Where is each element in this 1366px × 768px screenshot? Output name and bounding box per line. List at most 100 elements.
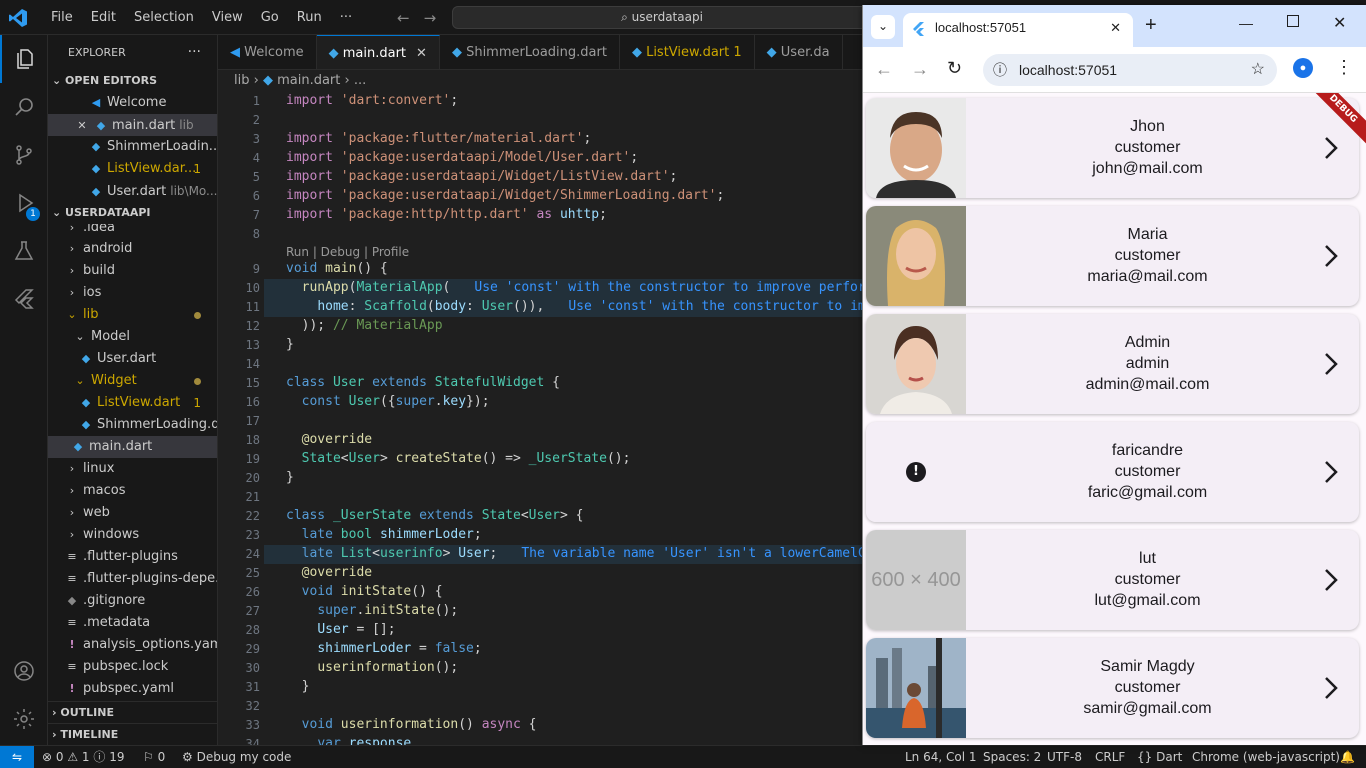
chevron-right-icon[interactable]	[1323, 566, 1339, 594]
forward-arrow-icon[interactable]: →	[424, 9, 451, 27]
flutter-icon[interactable]	[0, 275, 48, 323]
remote-icon[interactable]: ⇋	[0, 746, 34, 768]
tree-item-idea[interactable]: › .idea	[48, 224, 217, 238]
open-editor-main[interactable]: ✕ ◆ main.dart lib	[48, 114, 217, 136]
tree-item-listview[interactable]: ◆ ListView.dart 1	[48, 392, 217, 414]
tree-item-pubspec-lock[interactable]: ≡ pubspec.lock	[48, 656, 217, 678]
device-selector[interactable]: Chrome (web-javascript)	[1192, 746, 1340, 768]
debug-status[interactable]: ⚙ Debug my code	[182, 746, 291, 768]
testing-icon[interactable]	[0, 227, 48, 275]
reload-icon[interactable]: ↻	[947, 58, 962, 79]
encoding[interactable]: UTF-8	[1047, 746, 1082, 768]
tree-item-flutter-plugins[interactable]: ≡ .flutter-plugins	[48, 546, 217, 568]
maximize-icon[interactable]	[1287, 15, 1299, 27]
tree-item-analysis-options[interactable]: ! analysis_options.yaml	[48, 634, 217, 656]
workspace-section[interactable]: ⌄ USERDATAAPI	[48, 202, 217, 224]
search-activity-icon[interactable]	[0, 83, 48, 131]
tree-item-model[interactable]: ⌄ Model	[48, 326, 217, 348]
indentation[interactable]: Spaces: 2	[983, 746, 1041, 768]
tree-item-ios[interactable]: › ios	[48, 282, 217, 304]
outline-section[interactable]: › OUTLINE	[48, 701, 217, 723]
back-arrow-icon[interactable]: ←	[875, 59, 893, 80]
menu-view[interactable]: View	[203, 10, 252, 25]
tree-item-widget[interactable]: ⌄ Widget	[48, 370, 217, 392]
tab-shimmer[interactable]: ◆ ShimmerLoading.dart	[440, 35, 620, 69]
timeline-section[interactable]: › TIMELINE	[48, 723, 217, 745]
user-card[interactable]: Samir Magdy customer samir@gmail.com	[866, 638, 1359, 738]
back-arrow-icon[interactable]: ←	[397, 9, 424, 27]
menu-go[interactable]: Go	[252, 10, 288, 25]
tree-item-lib[interactable]: ⌄ lib	[48, 304, 217, 326]
minimize-icon[interactable]: —	[1239, 15, 1253, 31]
close-icon[interactable]: ✕	[74, 115, 90, 136]
open-editors-section[interactable]: ⌄ OPEN EDITORS	[48, 70, 217, 92]
tab-search-icon[interactable]: ⌄	[871, 15, 895, 39]
open-editor-shimmer[interactable]: ◆ ShimmerLoadin...	[48, 136, 217, 158]
open-editor-user[interactable]: ◆ User.dart lib\Mo...	[48, 180, 217, 202]
menu-file[interactable]: File	[42, 10, 82, 25]
tab-listview[interactable]: ◆ ListView.dart 1	[620, 35, 755, 69]
tree-item-shimmer[interactable]: ◆ ShimmerLoading.d...	[48, 414, 217, 436]
tab-user[interactable]: ◆ User.da	[755, 35, 843, 69]
more-actions-icon[interactable]: ···	[188, 35, 201, 70]
tree-item-windows[interactable]: › windows	[48, 524, 217, 546]
run-debug-icon[interactable]: 1	[0, 179, 48, 227]
cursor-position[interactable]: Ln 64, Col 1	[905, 746, 977, 768]
settings-gear-icon[interactable]	[0, 695, 48, 743]
menu-run[interactable]: Run	[288, 10, 331, 25]
explorer-icon[interactable]	[0, 35, 48, 83]
source-control-icon[interactable]	[0, 131, 48, 179]
close-icon[interactable]: ✕	[1110, 13, 1121, 43]
notifications-icon[interactable]: 🔔	[1340, 746, 1355, 768]
address-bar[interactable]: ⓘ localhost:57051 ☆	[983, 54, 1277, 86]
tree-item-build[interactable]: › build	[48, 260, 217, 282]
line-ending[interactable]: CRLF	[1095, 746, 1125, 768]
chevron-right-icon[interactable]	[1323, 350, 1339, 378]
user-card[interactable]: 600 × 400 lut customer lut@gmail.com	[866, 530, 1359, 630]
forward-arrow-icon[interactable]: →	[911, 59, 929, 80]
open-editor-welcome[interactable]: ◀ Welcome	[48, 92, 217, 114]
profile-avatar-icon[interactable]: ●	[1293, 58, 1313, 78]
menu-selection[interactable]: Selection	[125, 10, 203, 25]
tree-item-pubspec-yaml[interactable]: ! pubspec.yaml	[48, 678, 217, 700]
close-window-icon[interactable]: ✕	[1333, 13, 1346, 33]
user-card[interactable]: ! faricandre customer faric@gmail.com	[866, 422, 1359, 522]
breadcrumb-symbol[interactable]: ...	[354, 73, 366, 88]
tree-item-macos[interactable]: › macos	[48, 480, 217, 502]
user-card[interactable]: Jhon customer john@mail.com	[866, 98, 1359, 198]
tree-item-metadata[interactable]: ≡ .metadata	[48, 612, 217, 634]
tree-item-web[interactable]: › web	[48, 502, 217, 524]
chevron-right-icon[interactable]	[1323, 458, 1339, 486]
chevron-right-icon[interactable]	[1323, 134, 1339, 162]
tree-item-main[interactable]: ◆ main.dart	[48, 436, 217, 458]
bookmark-star-icon[interactable]: ☆	[1251, 54, 1265, 86]
site-info-icon[interactable]: ⓘ	[993, 54, 1007, 86]
close-icon[interactable]: ✕	[416, 46, 427, 61]
tree-item-flutter-plugins-deps[interactable]: ≡ .flutter-plugins-depe...	[48, 568, 217, 590]
open-editor-listview[interactable]: ◆ ListView.dar... 1	[48, 158, 217, 180]
menu-edit[interactable]: Edit	[82, 10, 125, 25]
menu-more[interactable]: ···	[331, 10, 361, 25]
tree-item-gitignore[interactable]: ◆ .gitignore	[48, 590, 217, 612]
user-card[interactable]: Maria customer maria@mail.com	[866, 206, 1359, 306]
language-mode[interactable]: {} Dart	[1137, 746, 1182, 768]
command-center[interactable]: ⌕ userdataapi	[452, 6, 872, 29]
new-tab-icon[interactable]: +	[1145, 14, 1157, 37]
tree-item-user-dart[interactable]: ◆ User.dart	[48, 348, 217, 370]
account-icon[interactable]	[0, 647, 48, 695]
user-card[interactable]: Admin admin admin@mail.com	[866, 314, 1359, 414]
chevron-right-icon[interactable]	[1323, 674, 1339, 702]
problems-status[interactable]: ⊗ 0 ⚠ 1 ⓘ 19	[42, 746, 124, 768]
tab-main-dart[interactable]: ◆ main.dart ✕	[316, 35, 440, 69]
chrome-tab[interactable]: localhost:57051 ✕	[903, 13, 1133, 47]
codelens[interactable]: Run | Debug | Profile	[286, 245, 409, 259]
breadcrumb-file[interactable]: main.dart	[277, 73, 340, 88]
chrome-menu-icon[interactable]: ⋮	[1335, 57, 1353, 78]
tab-welcome[interactable]: ◀ Welcome	[218, 35, 317, 69]
tree-item-linux[interactable]: › linux	[48, 458, 217, 480]
breadcrumb-folder[interactable]: lib	[234, 73, 249, 88]
ports-status[interactable]: ⚐ 0	[143, 746, 165, 768]
tree-item-android[interactable]: › android	[48, 238, 217, 260]
chevron-right-icon[interactable]	[1323, 242, 1339, 270]
code-editor[interactable]: 1 2 3 4 5 6 7 8 9 10 11 12 13 14 15 16 17 18 19 20 21 22 23 24 2…	[218, 92, 862, 745]
